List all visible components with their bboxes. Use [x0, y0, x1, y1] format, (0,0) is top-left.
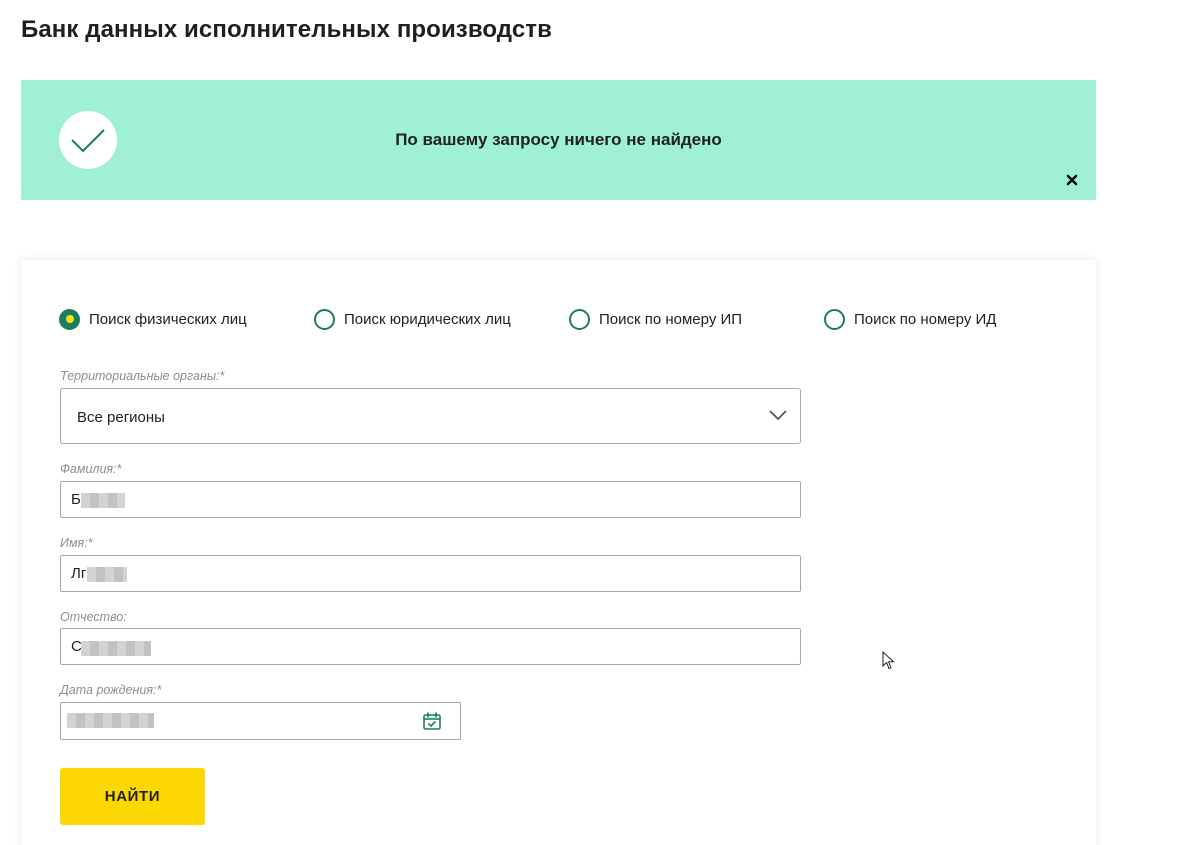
find-button[interactable]: НАЙТИ [60, 768, 205, 825]
radio-label: Поиск физических лиц [89, 310, 247, 328]
region-label: Территориальные органы:* [60, 369, 225, 383]
chevron-down-icon [768, 408, 788, 427]
search-type-radio-group: Поиск физических лиц Поиск юридических л… [21, 260, 1096, 380]
radio-legal-entities[interactable]: Поиск юридических лиц [314, 308, 511, 330]
radio-label: Поиск юридических лиц [344, 310, 511, 328]
radio-unchecked-icon [314, 308, 335, 330]
page-title: Банк данных исполнительных производств [21, 16, 552, 43]
radio-label: Поиск по номеру ИД [854, 310, 997, 328]
redacted-text [81, 641, 151, 656]
radio-ip-number[interactable]: Поиск по номеру ИП [569, 308, 742, 330]
radio-unchecked-icon [569, 308, 590, 330]
radio-id-number[interactable]: Поиск по номеру ИД [824, 308, 996, 330]
close-icon[interactable] [1064, 172, 1080, 188]
birth-date-label: Дата рождения:* [60, 683, 162, 697]
alert-message: По вашему запросу ничего не найдено [395, 130, 722, 149]
radio-checked-icon [59, 308, 80, 330]
alert-banner: По вашему запросу ничего не найдено [21, 80, 1096, 200]
last-name-label: Фамилия:* [60, 462, 122, 476]
radio-label: Поиск по номеру ИП [599, 310, 743, 328]
search-form-card: Поиск физических лиц Поиск юридических л… [21, 260, 1096, 845]
radio-unchecked-icon [824, 308, 845, 330]
last-name-input[interactable] [60, 481, 801, 518]
first-name-input[interactable] [60, 555, 801, 592]
birth-date-input[interactable] [60, 702, 461, 740]
mouse-pointer-icon [882, 650, 896, 676]
redacted-text [87, 567, 127, 582]
first-name-label: Имя:* [60, 536, 93, 550]
patronymic-label: Отчество: [60, 610, 127, 624]
calendar-icon[interactable] [422, 711, 442, 736]
redacted-text [81, 493, 125, 508]
patronymic-input[interactable] [60, 628, 801, 665]
radio-individuals[interactable]: Поиск физических лиц [59, 308, 247, 330]
redacted-text [67, 713, 154, 728]
region-selected-value: Все регионы [77, 409, 165, 426]
region-select[interactable]: Все регионы [60, 388, 801, 444]
